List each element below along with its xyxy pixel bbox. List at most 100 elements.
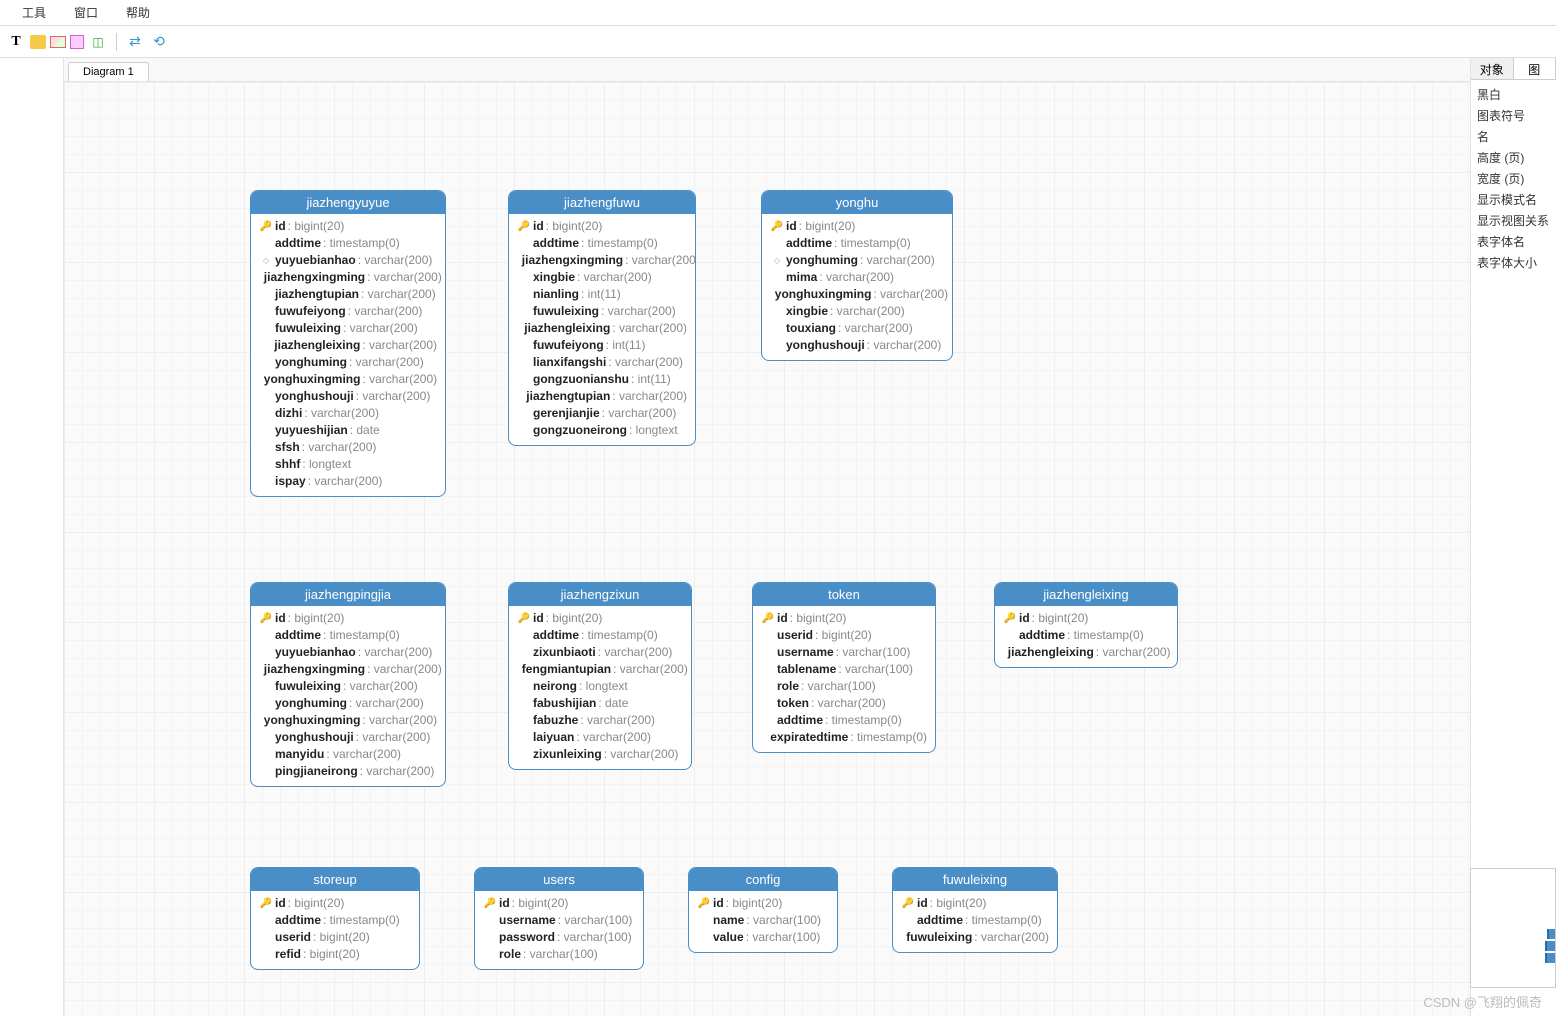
field-row[interactable]: jiazhengxingming: varchar(200) [259,269,437,286]
field-row[interactable]: yuyueshijian: date [259,422,437,439]
field-row[interactable]: 🔑id: bigint(20) [770,218,944,235]
field-row[interactable]: userid: bigint(20) [259,929,411,946]
field-row[interactable]: fuwufeiyong: int(11) [517,337,687,354]
menu-tools[interactable]: 工具 [8,0,60,25]
entity-jiazhengyuyue[interactable]: jiazhengyuyue🔑id: bigint(20) addtime: ti… [250,190,446,497]
image-tool-icon[interactable] [50,36,66,48]
field-row[interactable]: jiazhengtupian: varchar(200) [517,388,687,405]
entity-storeup[interactable]: storeup🔑id: bigint(20) addtime: timestam… [250,867,420,970]
field-row[interactable]: addtime: timestamp(0) [259,912,411,929]
field-row[interactable]: yonghuming: varchar(200) [259,354,437,371]
field-row[interactable]: fabuzhe: varchar(200) [517,712,683,729]
field-row[interactable]: role: varchar(100) [483,946,635,963]
field-row[interactable]: jiazhengleixing: varchar(200) [259,337,437,354]
field-row[interactable]: jiazhengxingming: varchar(200) [517,252,687,269]
field-row[interactable]: refid: bigint(20) [259,946,411,963]
property-row[interactable]: 宽度 (页) [1477,168,1550,189]
entity-jiazhengzixun[interactable]: jiazhengzixun🔑id: bigint(20) addtime: ti… [508,582,692,770]
field-row[interactable]: yonghuxingming: varchar(200) [770,286,944,303]
field-row[interactable]: laiyuan: varchar(200) [517,729,683,746]
field-row[interactable]: yonghushouji: varchar(200) [770,337,944,354]
entity-users[interactable]: users🔑id: bigint(20) username: varchar(1… [474,867,644,970]
field-row[interactable]: fuwufeiyong: varchar(200) [259,303,437,320]
field-row[interactable]: fabushijian: date [517,695,683,712]
entity-config[interactable]: config🔑id: bigint(20) name: varchar(100)… [688,867,838,953]
field-row[interactable]: addtime: timestamp(0) [517,627,683,644]
entity-jiazhengpingjia[interactable]: jiazhengpingjia🔑id: bigint(20) addtime: … [250,582,446,787]
field-row[interactable]: addtime: timestamp(0) [1003,627,1169,644]
field-row[interactable]: xingbie: varchar(200) [770,303,944,320]
field-row[interactable]: 🔑id: bigint(20) [1003,610,1169,627]
field-row[interactable]: yonghuxingming: varchar(200) [259,712,437,729]
field-row[interactable]: yonghuming: varchar(200) [259,695,437,712]
field-row[interactable]: addtime: timestamp(0) [761,712,927,729]
entity-token[interactable]: token🔑id: bigint(20) userid: bigint(20) … [752,582,936,753]
field-row[interactable]: xingbie: varchar(200) [517,269,687,286]
field-row[interactable]: addtime: timestamp(0) [517,235,687,252]
field-row[interactable]: zixunleixing: varchar(200) [517,746,683,763]
property-row[interactable]: 显示视图关系 [1477,210,1550,231]
field-row[interactable]: expiratedtime: timestamp(0) [761,729,927,746]
field-row[interactable]: jiazhengtupian: varchar(200) [259,286,437,303]
menu-window[interactable]: 窗口 [60,0,112,25]
field-row[interactable]: 🔑id: bigint(20) [259,895,411,912]
relation-tool-icon[interactable]: ⇄ [125,32,145,52]
entity-jiazhengleixing[interactable]: jiazhengleixing🔑id: bigint(20) addtime: … [994,582,1178,668]
entity-yonghu[interactable]: yonghu🔑id: bigint(20) addtime: timestamp… [761,190,953,361]
property-row[interactable]: 名 [1477,126,1550,147]
field-row[interactable]: nianling: int(11) [517,286,687,303]
diagram-canvas[interactable]: ▲ ▼ jiazhengyuyue🔑id: bigint(20) addtime… [64,82,1556,1016]
field-row[interactable]: 🔑id: bigint(20) [259,610,437,627]
field-row[interactable]: jiazhengxingming: varchar(200) [259,661,437,678]
field-row[interactable]: ◇yonghuming: varchar(200) [770,252,944,269]
field-row[interactable]: fuwuleixing: varchar(200) [901,929,1049,946]
shape-tool-icon[interactable]: ◫ [88,32,108,52]
field-row[interactable]: fuwuleixing: varchar(200) [517,303,687,320]
field-row[interactable]: fuwuleixing: varchar(200) [259,320,437,337]
entity-fuwuleixing[interactable]: fuwuleixing🔑id: bigint(20) addtime: time… [892,867,1058,953]
tab-object[interactable]: 对象 [1471,58,1514,79]
field-row[interactable]: dizhi: varchar(200) [259,405,437,422]
field-row[interactable]: value: varchar(100) [697,929,829,946]
field-row[interactable]: addtime: timestamp(0) [259,235,437,252]
field-row[interactable]: addtime: timestamp(0) [259,627,437,644]
field-row[interactable]: 🔑id: bigint(20) [901,895,1049,912]
property-row[interactable]: 高度 (页) [1477,147,1550,168]
field-row[interactable]: addtime: timestamp(0) [901,912,1049,929]
auto-layout-icon[interactable]: ⟲ [149,32,169,52]
field-row[interactable]: ◇yuyuebianhao: varchar(200) [259,252,437,269]
field-row[interactable]: 🔑id: bigint(20) [517,610,683,627]
field-row[interactable]: tablename: varchar(100) [761,661,927,678]
field-row[interactable]: pingjianeirong: varchar(200) [259,763,437,780]
tab-chart[interactable]: 图 [1514,58,1556,79]
field-row[interactable]: 🔑id: bigint(20) [697,895,829,912]
field-row[interactable]: manyidu: varchar(200) [259,746,437,763]
note-tool-icon[interactable] [30,35,46,49]
field-row[interactable]: touxiang: varchar(200) [770,320,944,337]
field-row[interactable]: ispay: varchar(200) [259,473,437,490]
field-row[interactable]: fengmiantupian: varchar(200) [517,661,683,678]
field-row[interactable]: 🔑id: bigint(20) [259,218,437,235]
property-row[interactable]: 黑白 [1477,84,1550,105]
field-row[interactable]: mima: varchar(200) [770,269,944,286]
field-row[interactable]: jiazhengleixing: varchar(200) [517,320,687,337]
property-row[interactable]: 图表符号 [1477,105,1550,126]
field-row[interactable]: gerenjianjie: varchar(200) [517,405,687,422]
field-row[interactable]: username: varchar(100) [483,912,635,929]
field-row[interactable]: 🔑id: bigint(20) [483,895,635,912]
text-tool-icon[interactable]: T [6,32,26,52]
field-row[interactable]: gongzuoneirong: longtext [517,422,687,439]
field-row[interactable]: password: varchar(100) [483,929,635,946]
field-row[interactable]: userid: bigint(20) [761,627,927,644]
property-row[interactable]: 表字体大小 [1477,252,1550,273]
field-row[interactable]: gongzuonianshu: int(11) [517,371,687,388]
field-row[interactable]: token: varchar(200) [761,695,927,712]
entity-jiazhengfuwu[interactable]: jiazhengfuwu🔑id: bigint(20) addtime: tim… [508,190,696,446]
field-row[interactable]: role: varchar(100) [761,678,927,695]
field-row[interactable]: 🔑id: bigint(20) [761,610,927,627]
field-row[interactable]: yuyuebianhao: varchar(200) [259,644,437,661]
field-row[interactable]: lianxifangshi: varchar(200) [517,354,687,371]
field-row[interactable]: yonghushouji: varchar(200) [259,729,437,746]
field-row[interactable]: name: varchar(100) [697,912,829,929]
field-row[interactable]: neirong: longtext [517,678,683,695]
